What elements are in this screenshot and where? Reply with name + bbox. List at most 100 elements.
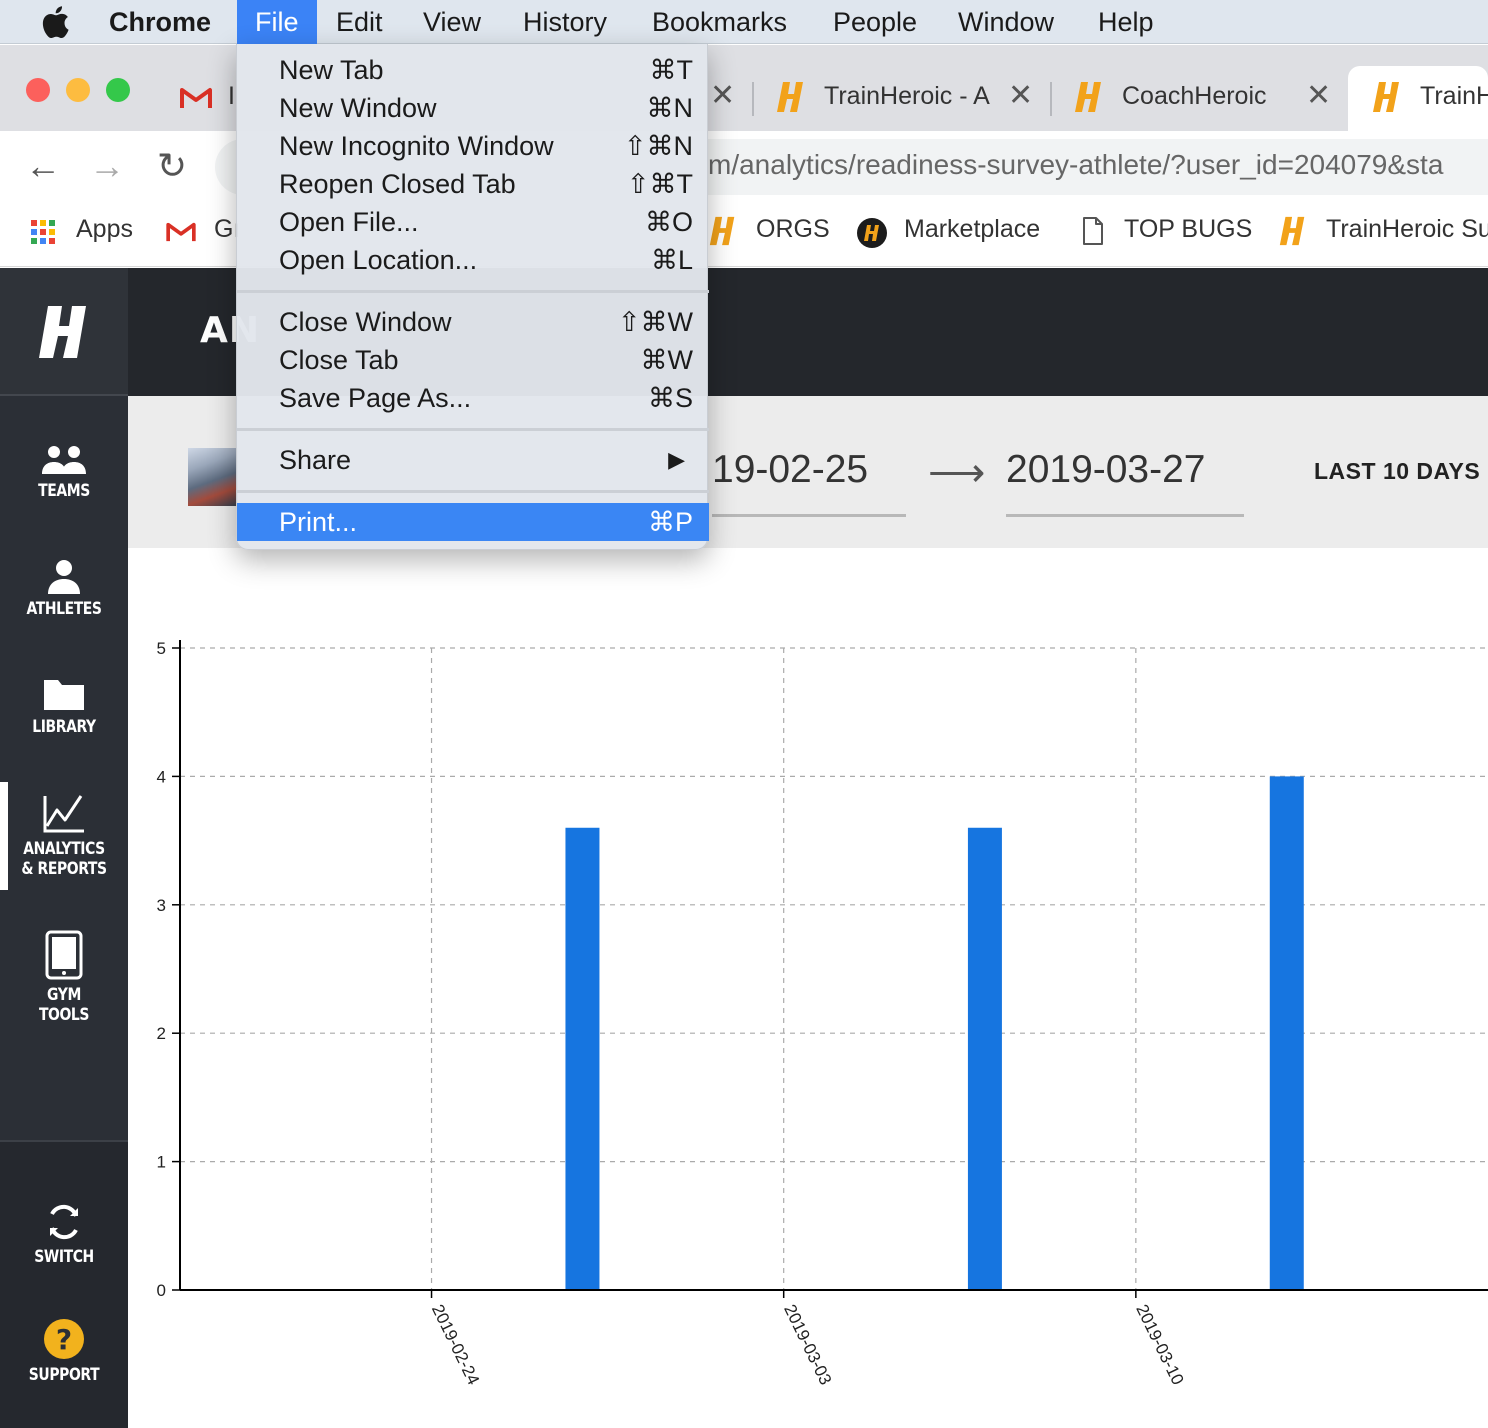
sidebar-item-label: ATHLETES [26, 599, 102, 619]
menu-item-shortcut: ⌘S [647, 383, 693, 413]
macos-menu-bar: Chrome File Edit View History Bookmarks … [0, 0, 1488, 44]
menu-item-shortcut: ⇧⌘N [623, 131, 693, 161]
bookmark-label: ORGS [756, 215, 830, 243]
url-text[interactable]: m/analytics/readiness-survey-athlete/?us… [708, 149, 1443, 181]
menu-item-label: New Incognito Window [279, 131, 554, 161]
menu-edit[interactable]: Edit [318, 0, 401, 44]
submenu-arrow-icon: ▶ [668, 447, 685, 472]
chart-svg: 0 1 2 3 4 5 2019-02-24 2019-03-03 2019-03-10 [157, 639, 1488, 1388]
y-tick-label: 4 [157, 767, 166, 786]
apple-icon[interactable] [40, 6, 70, 38]
app-logo-area [0, 268, 128, 396]
apps-grid-icon [31, 220, 55, 244]
trainheroic-icon [709, 216, 735, 246]
tab-label: I [228, 82, 235, 110]
menu-item-shortcut: ⌘L [650, 245, 693, 275]
menu-item-label: Open Location... [279, 245, 478, 275]
sidebar-item-library[interactable]: LIBRARY [0, 676, 128, 737]
bookmark-label: Marketplace [904, 215, 1041, 243]
close-icon[interactable]: ✕ [1306, 78, 1331, 113]
tab-trainheroic-active[interactable]: TrainH [1348, 66, 1488, 131]
menu-item-label: Share [279, 445, 352, 475]
start-date-field[interactable]: 19-02-25 [712, 448, 868, 492]
chart-bar [565, 827, 600, 1290]
menu-item-share[interactable]: Share ▶ [237, 441, 709, 479]
menu-item-save-page-as[interactable]: Save Page As... ⌘S [237, 379, 709, 417]
menu-item-new-incognito-window[interactable]: New Incognito Window ⇧⌘N [237, 127, 709, 165]
tab-partial[interactable]: ✕ [708, 66, 748, 131]
zoom-window-button[interactable] [106, 78, 130, 102]
reload-icon[interactable]: ↻ [147, 141, 197, 191]
chart-line-icon [43, 795, 84, 833]
x-tick-label: 2019-03-10 [1132, 1301, 1187, 1387]
folder-icon [44, 680, 84, 710]
menu-item-open-file[interactable]: Open File... ⌘O [237, 203, 709, 241]
menu-item-label: Close Window [279, 307, 452, 337]
trainheroic-icon [777, 82, 803, 112]
menu-item-label: Close Tab [279, 345, 399, 375]
minimize-window-button[interactable] [66, 78, 90, 102]
menu-window[interactable]: Window [940, 0, 1072, 44]
tab-gmail[interactable]: I [170, 66, 240, 131]
bookmarks-bar: Apps Gı ORGS Marketplace TOP BUGS TrainH… [0, 201, 1488, 267]
menu-view[interactable]: View [405, 0, 499, 44]
sidebar-item-label: ANALYTICS & REPORTS [21, 839, 107, 879]
end-date-field[interactable]: 2019-03-27 [1006, 448, 1206, 492]
close-icon[interactable]: ✕ [710, 78, 735, 113]
sidebar-item-label: LIBRARY [32, 717, 96, 737]
back-arrow-icon[interactable]: ← [18, 141, 68, 191]
menu-item-new-window[interactable]: New Window ⌘N [237, 89, 709, 127]
avatar[interactable] [188, 448, 238, 506]
bookmark-label: Apps [76, 215, 133, 243]
readiness-chart: 0 1 2 3 4 5 2019-02-24 2019-03-03 2019-03-10 [128, 548, 1488, 1428]
menu-people[interactable]: People [815, 0, 935, 44]
menu-item-new-tab[interactable]: New Tab ⌘T [237, 51, 709, 89]
sidebar-item-analytics[interactable]: ANALYTICS & REPORTS [0, 794, 128, 879]
menu-chrome[interactable]: Chrome [91, 0, 229, 44]
menu-help[interactable]: Help [1080, 0, 1172, 44]
menu-item-close-tab[interactable]: Close Tab ⌘W [237, 341, 709, 379]
tablet-icon [45, 930, 83, 980]
menu-item-label: New Window [279, 93, 437, 123]
file-menu-dropdown: New Tab ⌘T New Window ⌘N New Incognito W… [236, 44, 709, 550]
menu-item-print[interactable]: Print... ⌘P [237, 503, 709, 541]
menu-item-shortcut: ⌘W [640, 345, 693, 375]
tab-strip: I ✕ TrainHeroic - A ✕ CoachHeroic ✕ Trai… [0, 45, 1488, 131]
menu-item-open-location[interactable]: Open Location... ⌘L [237, 241, 709, 279]
gmail-icon [180, 88, 212, 108]
menu-item-shortcut: ⌘T [649, 55, 694, 85]
menu-history[interactable]: History [505, 0, 625, 44]
menu-file[interactable]: File [237, 0, 317, 44]
y-tick-label: 5 [157, 639, 166, 658]
sidebar-item-teams[interactable]: TEAMS [0, 444, 128, 501]
tab-label: TrainH [1420, 82, 1488, 110]
chart-bar [967, 827, 1002, 1290]
bookmark-label: TrainHeroic Su [1326, 215, 1488, 243]
forward-arrow-icon[interactable]: → [82, 141, 132, 191]
close-window-button[interactable] [26, 78, 50, 102]
tab-label: TrainHeroic - A [824, 82, 990, 110]
menu-item-label: Open File... [279, 207, 419, 237]
end-date-underline [1006, 514, 1244, 517]
refresh-icon [50, 1204, 78, 1240]
tab-label: CoachHeroic [1122, 82, 1267, 110]
x-tick-label: 2019-03-03 [780, 1301, 835, 1387]
close-icon[interactable]: ✕ [1008, 78, 1033, 113]
menu-item-label: New Tab [279, 55, 384, 85]
sidebar-item-switch[interactable]: SWITCH [0, 1202, 128, 1267]
tab-coachheroic[interactable]: CoachHeroic ✕ [1066, 66, 1336, 131]
sidebar-item-support[interactable]: ? SUPPORT [0, 1318, 128, 1385]
menu-item-reopen-closed-tab[interactable]: Reopen Closed Tab ⇧⌘T [237, 165, 709, 203]
menu-item-close-window[interactable]: Close Window ⇧⌘W [237, 303, 709, 341]
menu-separator [237, 290, 709, 293]
sidebar-item-gym-tools[interactable]: GYM TOOLS [0, 930, 128, 1025]
tab-trainheroic[interactable]: TrainHeroic - A ✕ [770, 66, 1040, 131]
trainheroic-logo-icon[interactable] [38, 304, 92, 360]
sidebar-item-athletes[interactable]: ATHLETES [0, 558, 128, 619]
menu-item-shortcut: ⌘N [646, 93, 694, 123]
trainheroic-icon [1373, 82, 1399, 112]
y-tick-label: 2 [157, 1024, 166, 1043]
menu-separator [237, 428, 709, 431]
menu-bookmarks[interactable]: Bookmarks [634, 0, 805, 44]
range-selector[interactable]: LAST 10 DAYS [1314, 458, 1480, 485]
